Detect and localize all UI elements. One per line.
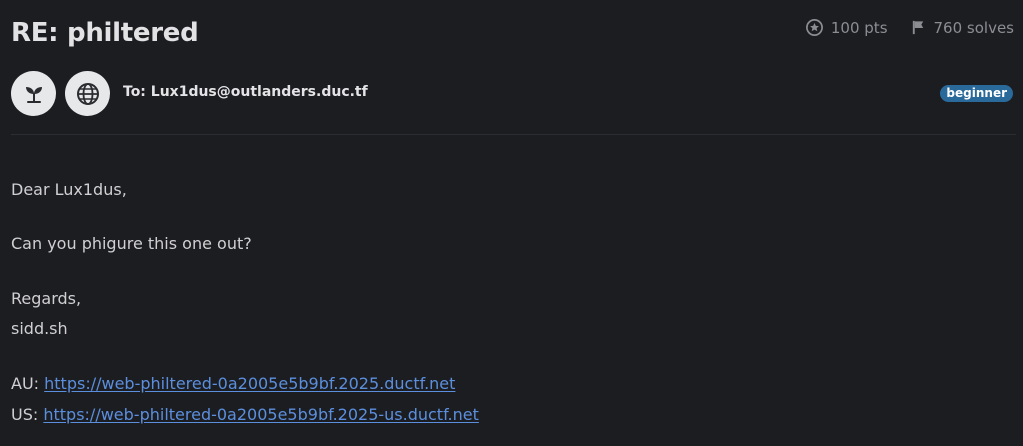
challenge-stats: 100 pts 760 solves: [805, 18, 1014, 37]
message-signature: sidd.sh: [11, 319, 68, 338]
flag-icon: [912, 20, 923, 35]
category-web-avatar: [65, 71, 110, 116]
recipient-line: To: Lux1dus@outlanders.duc.tf: [123, 84, 368, 100]
us-link-line: US: https://web-philtered-0a2005e5b9bf.2…: [11, 405, 479, 424]
solves-stat: 760 solves: [910, 19, 1014, 37]
message-greeting: Dear Lux1dus,: [11, 180, 127, 199]
au-link-prefix: AU:: [11, 374, 40, 393]
message-regards: Regards,: [11, 289, 82, 308]
star-circle-icon: [805, 19, 823, 36]
solves-label: 760 solves: [933, 18, 1014, 37]
challenge-panel: RE: philtered 100 pts 760 solves To: Lux…: [0, 0, 1023, 446]
au-instance-link[interactable]: https://web-philtered-0a2005e5b9bf.2025.…: [44, 374, 455, 393]
challenge-title: RE: philtered: [11, 18, 199, 48]
au-link-line: AU: https://web-philtered-0a2005e5b9bf.2…: [11, 374, 455, 393]
globe-icon: [76, 82, 99, 105]
header-divider: [11, 134, 1016, 135]
us-link-prefix: US:: [11, 405, 39, 424]
category-beginner-avatar: [11, 71, 56, 116]
us-instance-link[interactable]: https://web-philtered-0a2005e5b9bf.2025-…: [43, 405, 479, 424]
message-question: Can you phigure this one out?: [11, 234, 252, 253]
points-label: 100 pts: [830, 18, 888, 37]
sprout-icon: [25, 86, 42, 103]
points-stat: 100 pts: [805, 18, 888, 37]
difficulty-badge: beginner: [940, 85, 1013, 102]
